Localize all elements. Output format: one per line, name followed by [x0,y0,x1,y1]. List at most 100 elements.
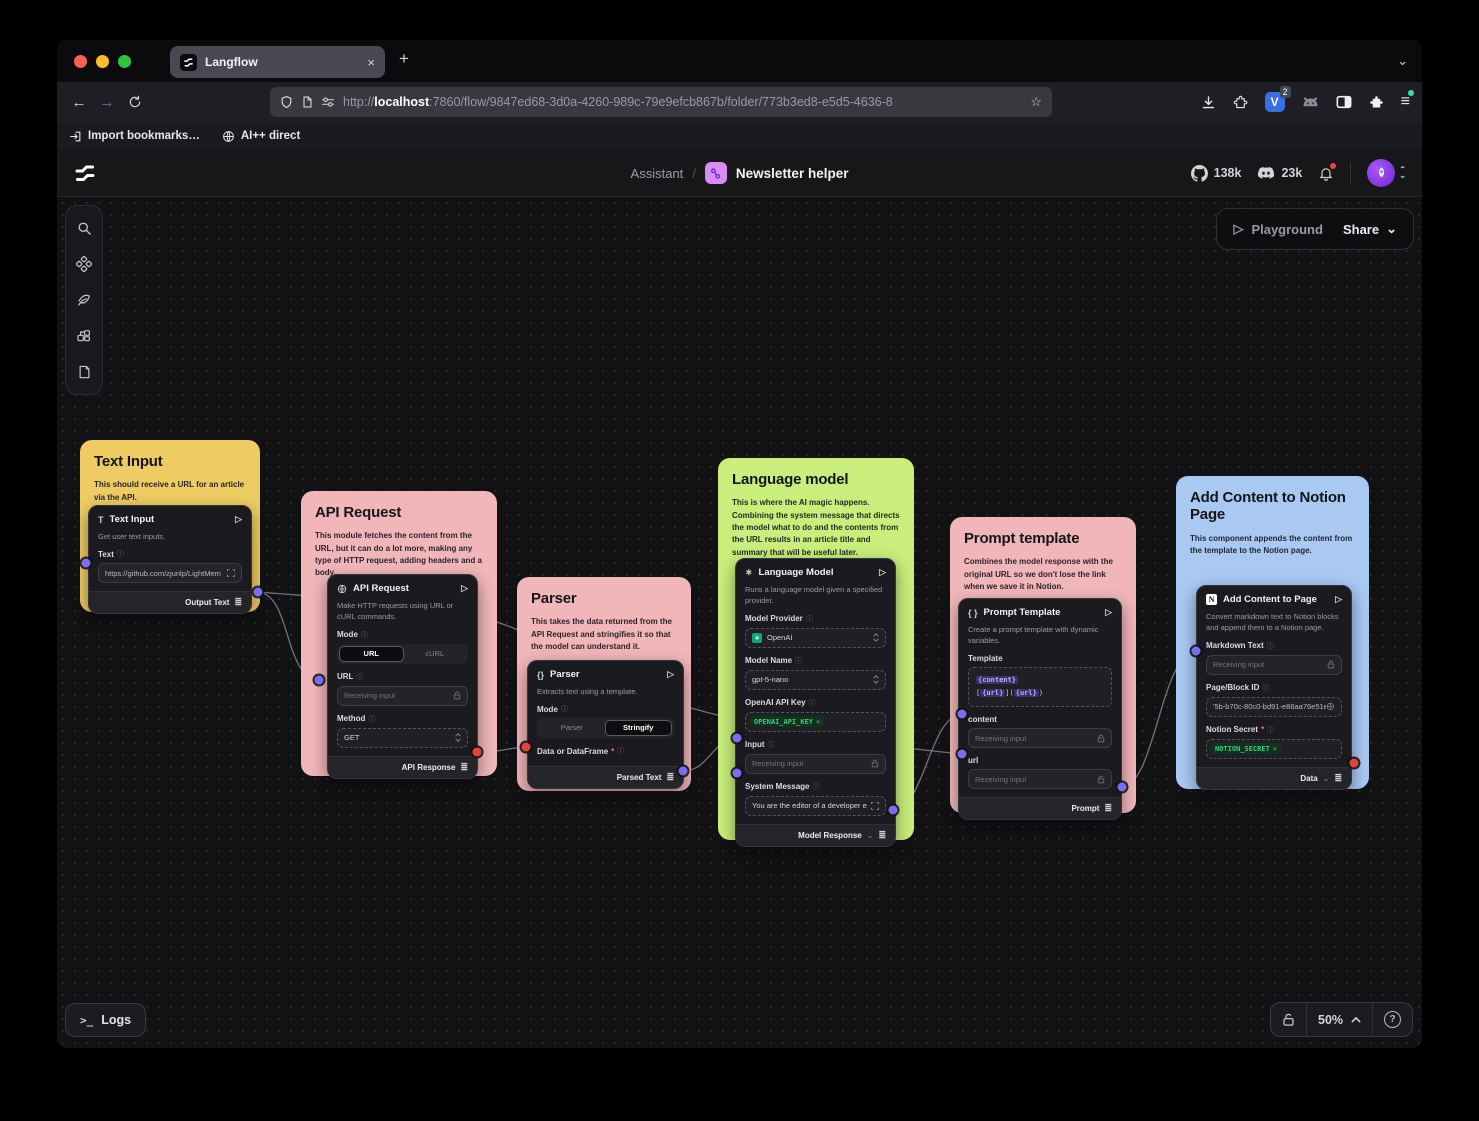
reload-button[interactable] [121,95,149,109]
url-text[interactable]: http://localhost:7860/flow/9847ed68-3d0a… [343,95,1022,109]
handle-prompt-url-in[interactable] [958,750,967,759]
remove-key-icon[interactable]: × [816,718,820,726]
bundles-icon[interactable] [69,284,99,316]
node-api-request[interactable]: API Request ▷ Make HTTP requests using U… [327,574,478,779]
handle-textinput-text-in[interactable] [82,559,91,568]
url-input[interactable]: Receiving input [968,769,1112,789]
share-button[interactable]: Share ⌄ [1343,221,1397,237]
mode-option-url[interactable]: URL [339,646,404,662]
provider-select[interactable]: ∗OpenAI [745,628,886,648]
notion-secret-field[interactable]: NOTION_SECRET× [1206,739,1342,759]
page-block-id-input[interactable]: '5b-b70c-80c0-bd91-e86aa76e51e8 [1206,697,1342,717]
mode-option-stringify[interactable]: Stringify [605,720,673,736]
node-text-input[interactable]: T Text Input ▷ Get user text inputs. Tex… [88,505,252,614]
model-input[interactable]: Receiving input [745,754,886,774]
run-component-icon[interactable]: ▷ [235,514,242,525]
maximize-window-button[interactable] [118,55,131,68]
mode-toggle[interactable]: URL cURL [337,644,468,664]
output-row[interactable]: Parsed Text ≣ [528,766,683,788]
url-input[interactable]: Receiving input [337,686,468,706]
notifications-bell-icon[interactable] [1318,165,1334,182]
zoom-level-button[interactable]: 50% [1306,1003,1372,1036]
node-notion-add-content[interactable]: N Add Content to Page ▷ Convert markdown… [1196,585,1352,790]
node-language-model[interactable]: ∗ Language Model ▷ Runs a language model… [735,558,896,847]
forward-button[interactable]: → [93,94,121,111]
run-component-icon[interactable]: ▷ [879,567,886,578]
output-table-icon[interactable]: ≣ [1104,803,1112,814]
mode-toggle[interactable]: Parser Stringify [537,718,674,738]
handle-textinput-output[interactable] [254,588,263,597]
model-name-select[interactable]: gpt-5-nano [745,670,886,690]
output-row[interactable]: Prompt ≣ [959,797,1121,819]
url-bar[interactable]: http://localhost:7860/flow/9847ed68-3d0a… [270,87,1052,117]
user-menu[interactable]: ⌃⌄ [1367,159,1406,187]
output-row[interactable]: API Response ≣ [328,756,477,778]
extensions-icon[interactable] [1233,95,1248,110]
output-row[interactable]: Data ⌄ ≣ [1197,767,1351,789]
components-icon[interactable] [69,248,99,280]
expand-icon[interactable] [227,569,235,577]
template-editor[interactable]: {content} [{url}]({url}) [968,667,1112,708]
handle-apirequest-response-out[interactable] [473,748,482,757]
notes-icon[interactable] [69,356,99,388]
discord-members[interactable]: 23k [1257,166,1302,180]
content-input[interactable]: Receiving input [968,728,1112,748]
back-button[interactable]: ← [65,94,93,111]
close-window-button[interactable] [74,55,87,68]
output-type-chevron-icon[interactable]: ⌄ [867,831,874,840]
breadcrumb-parent[interactable]: Assistant [631,166,684,181]
tab-close-icon[interactable]: × [367,55,375,70]
system-message-input[interactable]: You are the editor of a developer e [745,796,886,816]
handle-apirequest-url-in[interactable] [315,676,324,685]
markdown-text-input[interactable]: Receiving input [1206,655,1342,675]
api-key-field[interactable]: OPENAI_API_KEY× [745,712,886,732]
extension-pinned-icon[interactable] [1369,95,1384,110]
node-parser[interactable]: {} Parser ▷ Extracts text using a templa… [527,660,684,789]
output-table-icon[interactable]: ≣ [666,772,674,783]
mode-option-curl[interactable]: cURL [404,646,467,662]
browser-tab-langflow[interactable]: Langflow × [170,46,385,78]
search-icon[interactable] [69,212,99,244]
method-select[interactable]: GET [337,728,468,748]
run-component-icon[interactable]: ▷ [1335,594,1342,605]
handle-prompt-output[interactable] [1118,783,1127,792]
sidebar-toggle-icon[interactable] [1336,95,1352,109]
handle-languagemodel-response-out[interactable] [889,806,898,815]
run-component-icon[interactable]: ▷ [667,669,674,680]
flow-name[interactable]: Newsletter helper [736,166,849,181]
text-value-input[interactable]: https://github.com/zjunlp/LightMem [98,563,242,583]
handle-notion-data-out[interactable] [1350,759,1359,768]
run-component-icon[interactable]: ▷ [461,583,468,594]
output-table-icon[interactable]: ≣ [1334,773,1342,784]
avatar[interactable] [1367,159,1395,187]
expand-icon[interactable] [871,802,879,810]
flow-canvas[interactable]: ▷ Playground Share ⌄ Text Input This sho… [57,197,1422,1048]
mode-option-parser[interactable]: Parser [539,720,605,736]
lock-canvas-button[interactable] [1271,1003,1306,1036]
vimium-extension-icon[interactable]: V 2 [1265,92,1285,112]
playground-button[interactable]: ▷ Playground [1233,221,1323,237]
remove-key-icon[interactable]: × [1273,745,1277,753]
import-bookmarks-item[interactable]: Import bookmarks… [69,130,200,143]
bookmark-ai-direct[interactable]: AI++ direct [222,130,300,143]
run-component-icon[interactable]: ▷ [1105,607,1112,618]
output-table-icon[interactable]: ≣ [878,830,886,841]
help-button[interactable]: ? [1372,1003,1412,1036]
output-table-icon[interactable]: ≣ [460,762,468,773]
handle-parser-parsedtext-out[interactable] [679,767,688,776]
tab-list-chevron-icon[interactable]: ⌄ [1397,53,1408,69]
mcp-grid-icon[interactable] [69,320,99,352]
output-row[interactable]: Model Response ⌄ ≣ [736,824,895,846]
raccoon-extension-icon[interactable] [1302,95,1319,109]
handle-prompt-content-in[interactable] [958,710,967,719]
output-table-icon[interactable]: ≣ [234,597,242,608]
logs-button[interactable]: >_ Logs [65,1003,146,1037]
handle-languagemodel-system-in[interactable] [733,769,742,778]
handle-parser-data-in[interactable] [522,743,531,752]
langflow-logo-icon[interactable] [73,161,97,185]
shield-icon[interactable] [280,95,293,109]
output-row[interactable]: Output Text ≣ [89,591,251,613]
new-tab-button[interactable]: + [399,50,409,67]
github-stars[interactable]: 138k [1191,165,1242,182]
app-menu-icon[interactable]: ≡ [1401,93,1410,111]
